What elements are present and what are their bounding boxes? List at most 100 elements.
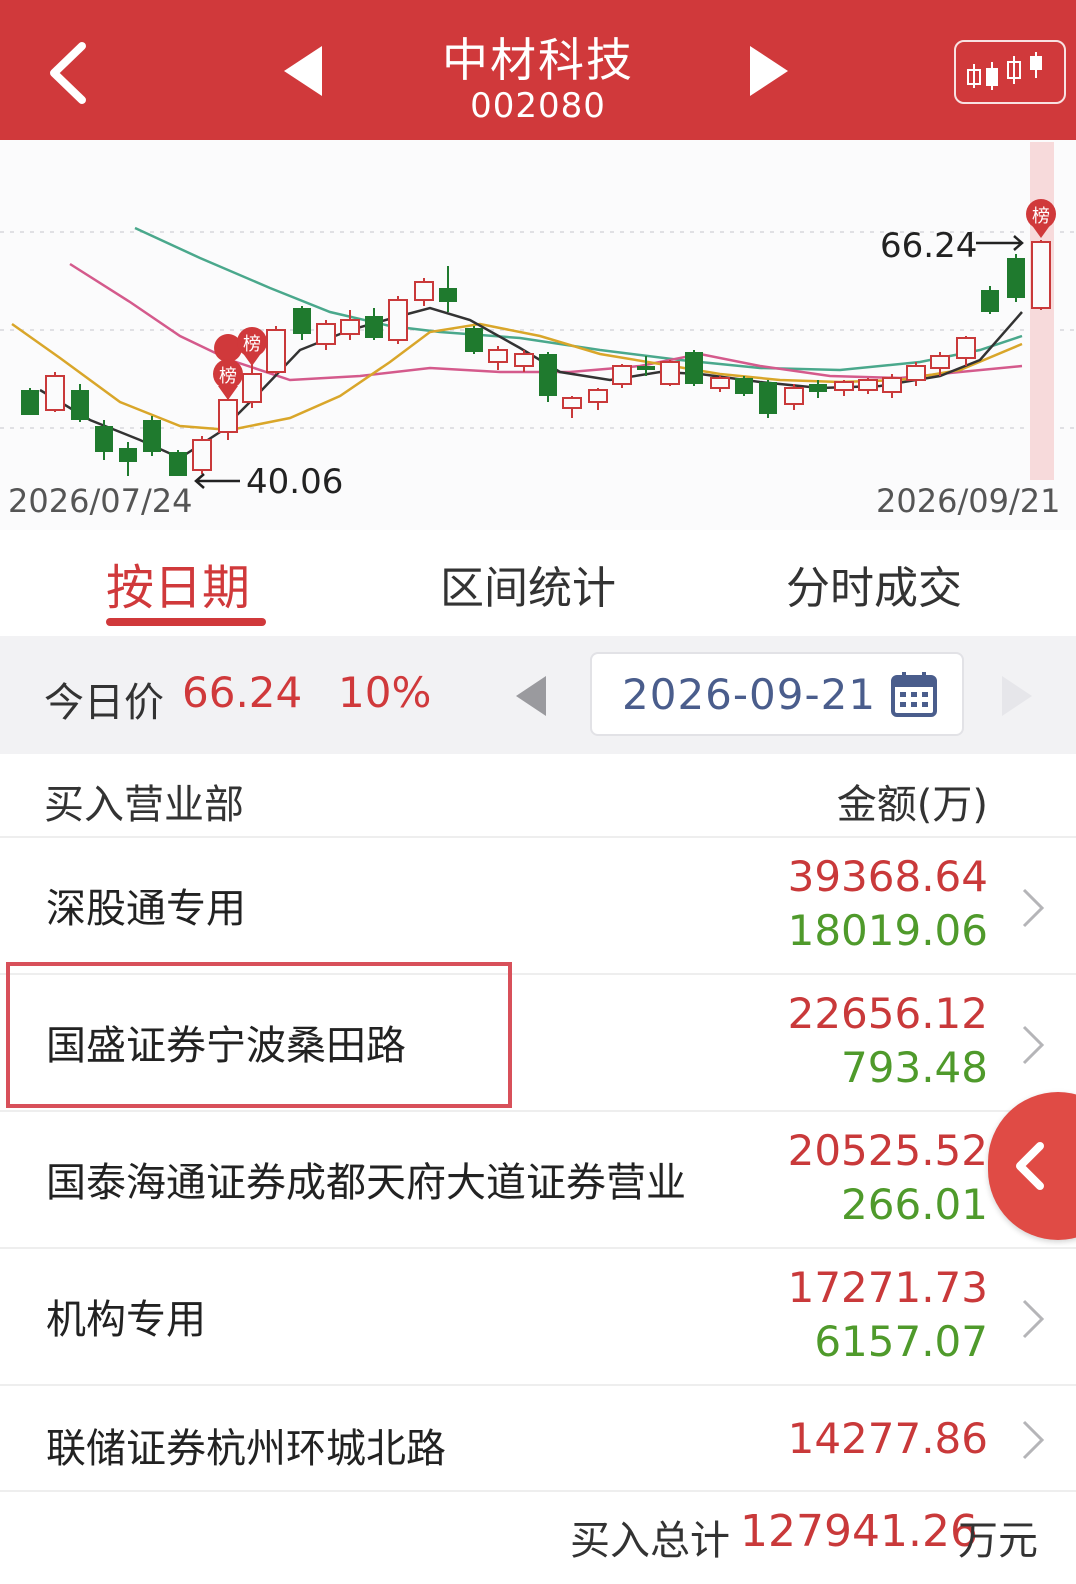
candle-body — [710, 377, 730, 389]
view-tabs: 按日期 区间统计 分时成交 — [0, 530, 1076, 636]
buy-amount: 14277.86 — [787, 1414, 988, 1463]
candle-body — [143, 420, 161, 452]
candle-body — [834, 381, 854, 391]
today-price-label: 今日价 — [44, 680, 164, 726]
candle-body — [539, 354, 557, 396]
branch-name: 机构专用 — [46, 1297, 206, 1343]
floating-collapse-button[interactable] — [988, 1092, 1076, 1240]
svg-text:榜: 榜 — [1032, 206, 1050, 227]
sell-amount: 793.48 — [841, 1043, 988, 1092]
candle-body — [439, 288, 457, 302]
candle-body — [71, 390, 89, 420]
candle-body — [365, 316, 383, 338]
buy-branch-header: 买入营业部 — [44, 782, 244, 828]
buy-total-unit: 万元 — [958, 1518, 1038, 1564]
candle-body — [858, 379, 878, 391]
candle-body — [45, 375, 65, 411]
today-price-value: 66.24 — [182, 668, 303, 717]
list-item[interactable]: 深股通专用 39368.64 18019.06 — [0, 838, 1076, 975]
chevron-right-icon — [1022, 888, 1045, 928]
candle-body — [514, 353, 534, 367]
candle-body — [588, 389, 608, 403]
sell-amount: 266.01 — [841, 1180, 988, 1229]
list-header: 买入营业部 金额(万) — [0, 754, 1076, 838]
candle-body — [906, 365, 926, 381]
buy-amount: 20525.52 — [787, 1126, 988, 1175]
buy-amount: 22656.12 — [787, 989, 988, 1038]
candle-body — [562, 397, 582, 409]
amount-header: 金额(万) — [836, 782, 988, 828]
svg-text:榜: 榜 — [243, 334, 261, 355]
candle-body — [465, 328, 483, 352]
candle-body — [735, 378, 753, 394]
stock-code: 002080 — [470, 86, 606, 126]
sell-amount: 6157.07 — [814, 1317, 988, 1366]
buy-total-footer: 买入总计 127941.26 万元 — [0, 1492, 1076, 1584]
triangle-right-icon — [750, 46, 788, 96]
candle-body — [119, 448, 137, 462]
buy-total-label: 买入总计 — [570, 1518, 730, 1564]
chart-start-date: 2026/07/24 — [8, 482, 193, 520]
candle-body — [637, 366, 655, 370]
triangle-right-icon — [1002, 676, 1032, 716]
active-tab-indicator — [106, 618, 266, 626]
list-item[interactable]: 国泰海通证券成都天府大道证券营业 20525.52 266.01 — [0, 1112, 1076, 1249]
selected-date: 2026-09-21 — [622, 670, 877, 719]
chevron-right-icon — [1022, 1025, 1045, 1065]
kline-chart-canvas: 榜 榜 榜 — [0, 142, 1076, 489]
kline-chart[interactable]: 榜 榜 榜 40.06 66.24 2026/07/24 2026/09/21 — [0, 140, 1076, 530]
highlight-box — [6, 962, 512, 1108]
next-date-button[interactable] — [998, 674, 1034, 722]
branch-name: 深股通专用 — [46, 886, 246, 932]
candle-body — [930, 355, 950, 369]
low-price-label: 40.06 — [246, 462, 344, 502]
chevron-right-icon — [1022, 1299, 1045, 1339]
candle-body — [242, 373, 262, 403]
tab-by-date[interactable]: 按日期 — [106, 548, 250, 618]
candle-body — [612, 365, 632, 385]
candle-body — [956, 337, 976, 359]
buy-amount: 39368.64 — [787, 852, 988, 901]
price-bar: 今日价 66.24 10% 2026-09-21 — [0, 636, 1076, 754]
buy-amount: 17271.73 — [787, 1263, 988, 1312]
candle-body — [169, 452, 187, 476]
selected-day-highlight — [1030, 142, 1054, 480]
candle-body — [316, 323, 336, 345]
app-header: 中材科技 002080 — [0, 0, 1076, 140]
svg-text:榜: 榜 — [219, 366, 237, 387]
kline-toggle-button[interactable] — [954, 40, 1066, 104]
tab-interval-stats[interactable]: 区间统计 — [440, 552, 616, 616]
candle-body — [660, 361, 680, 385]
next-stock-button[interactable] — [746, 44, 790, 102]
chevron-right-icon — [1022, 1420, 1045, 1460]
candle-body — [882, 377, 902, 393]
calendar-icon — [891, 672, 937, 717]
candle-body — [1031, 241, 1051, 309]
buy-total-value: 127941.26 — [740, 1506, 978, 1557]
branch-name: 联储证券杭州环城北路 — [46, 1426, 446, 1472]
candle-body — [388, 299, 408, 341]
candle-body — [21, 390, 39, 415]
candle-body — [340, 319, 360, 335]
candlestick-icon — [967, 52, 1042, 90]
branch-name: 国泰海通证券成都天府大道证券营业 — [46, 1160, 686, 1206]
chart-end-date: 2026/09/21 — [876, 482, 1061, 520]
triangle-left-icon — [516, 676, 546, 716]
today-change-percent: 10% — [338, 668, 432, 717]
candle-body — [759, 382, 777, 414]
sell-amount: 18019.06 — [787, 906, 988, 955]
candle-body — [488, 349, 508, 363]
candle-body — [414, 281, 434, 301]
candle-body — [784, 387, 804, 405]
candle-body — [218, 399, 238, 433]
list-item[interactable]: 联储证券杭州环城北路 14277.86 — [0, 1386, 1076, 1492]
candle-body — [1007, 258, 1025, 298]
chevron-left-icon — [1016, 1142, 1044, 1190]
previous-date-button[interactable] — [514, 674, 550, 722]
list-item[interactable]: 机构专用 17271.73 6157.07 — [0, 1249, 1076, 1386]
candle-body — [981, 290, 999, 312]
candle-body — [266, 329, 286, 373]
tab-intraday-trades[interactable]: 分时成交 — [786, 552, 962, 616]
candle-body — [192, 439, 212, 471]
date-picker[interactable]: 2026-09-21 — [590, 652, 964, 736]
